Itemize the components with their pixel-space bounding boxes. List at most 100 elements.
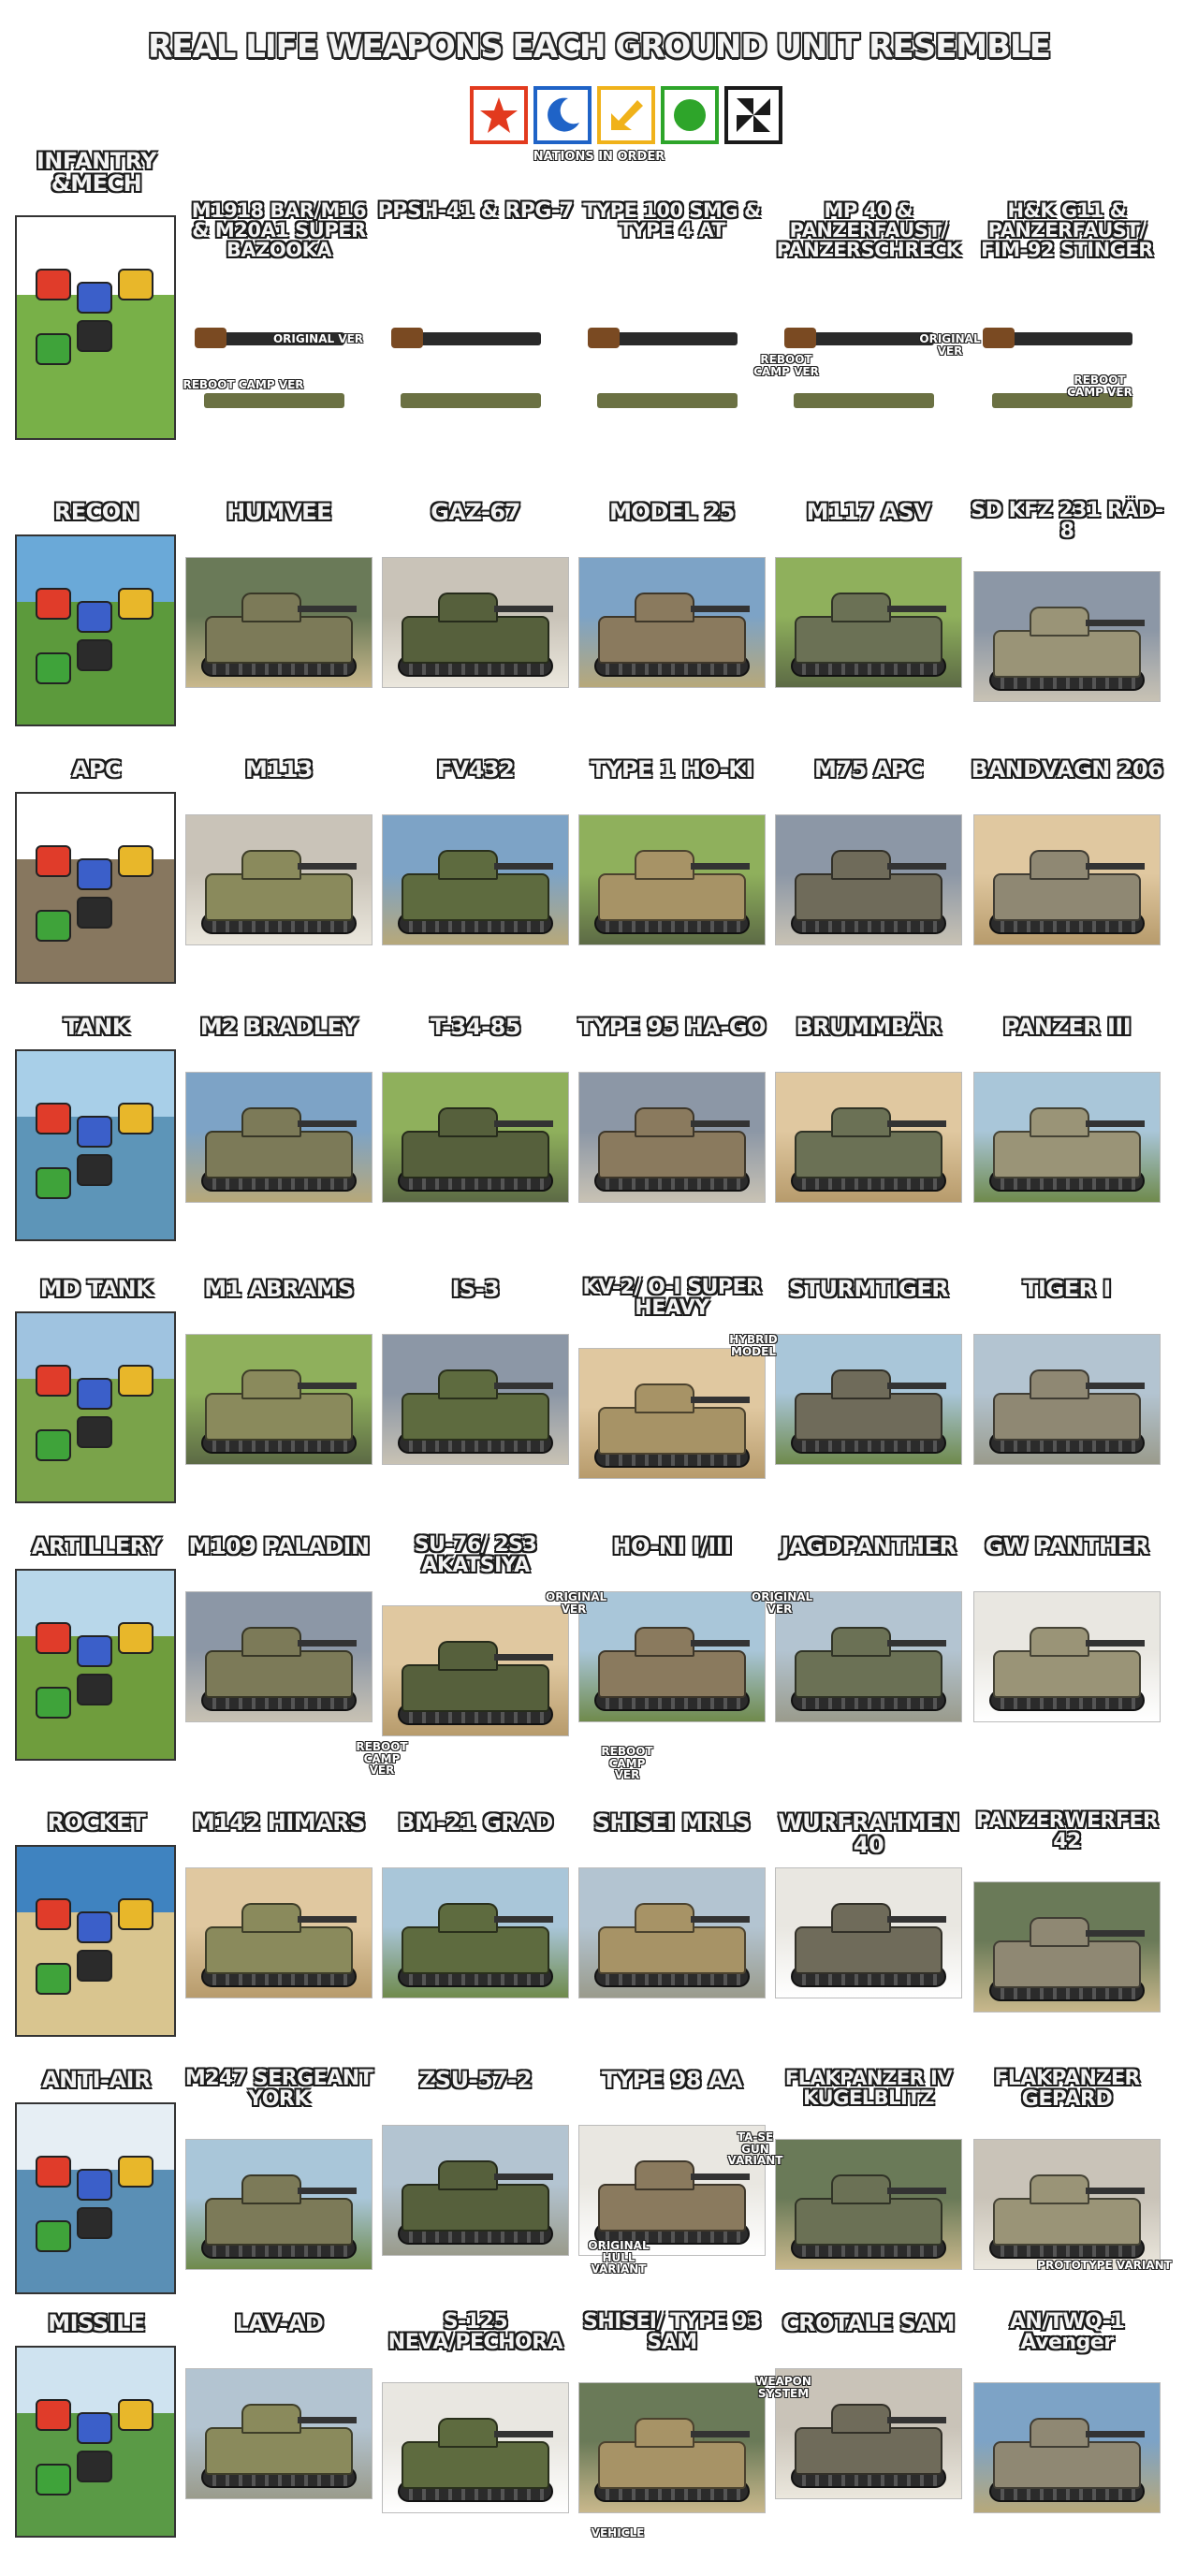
- weapon-label: SD KFZ 231 RÄD-8: [971, 499, 1163, 543]
- unit-sprite-figure: [77, 282, 112, 314]
- caption-reboot-camp-ver-short: REBOOT CAMP VER: [1067, 373, 1132, 399]
- vehicle-photo: [973, 571, 1161, 702]
- weapon-label: WURFRAHMEN 40: [778, 1809, 959, 1858]
- weapon-label: M247 SERGEANT YORK: [184, 2067, 373, 2111]
- unit-sprite-figure: [118, 269, 153, 300]
- unit-sprite-figure: [36, 1365, 71, 1397]
- vehicle-photo: [185, 557, 373, 688]
- vehicle-photo: [185, 290, 373, 431]
- unit-label: RECON: [53, 499, 139, 525]
- unit-sprite-figure: [77, 1635, 112, 1667]
- vehicle-photo: [185, 1867, 373, 1998]
- weapon-label: LAV-AD: [234, 2310, 324, 2336]
- unit-sprite-figure: [77, 1378, 112, 1410]
- unit-label: APC: [71, 756, 122, 783]
- weapon-label: TYPE 100 SMG & TYPE 4 AT: [583, 199, 761, 242]
- unit-sprite-figure: [77, 1950, 112, 1982]
- caption-original-ver: ORIGINAL VER: [919, 332, 981, 358]
- unit-sprite-figure: [36, 652, 71, 684]
- rifle-shape: [410, 332, 541, 345]
- unit-sprite-figure: [77, 2169, 112, 2201]
- unit-sprite-figure: [77, 1116, 112, 1148]
- unit-sprite-figure: [36, 1963, 71, 1995]
- weapon-label: FV432: [436, 756, 515, 783]
- weapon-label: H&K G11 & PANZERFAUST/ FIM-92 STINGER: [981, 199, 1153, 261]
- unit-sprite: [15, 2102, 176, 2294]
- weapon-label: BRUMMBÄR: [796, 1014, 942, 1040]
- vehicle-photo: [578, 1867, 766, 1998]
- unit-label: MISSILE: [48, 2310, 145, 2336]
- vehicle-photo: [185, 1334, 373, 1465]
- rifle-shape: [1001, 332, 1132, 345]
- weapon-label: KV-2/ O-I SUPER HEAVY: [582, 1276, 763, 1320]
- launcher-shape: [401, 393, 541, 408]
- weapon-label: AN/TWQ-1 Avenger: [1009, 2310, 1125, 2354]
- weapon-label: PANZERWERFER 42: [975, 1809, 1159, 1853]
- unit-sprite-figure: [36, 1622, 71, 1654]
- weapon-label: MP 40 & PANZERFAUST/ PANZERSCHRECK: [776, 199, 961, 261]
- vehicle-photo: [185, 1072, 373, 1203]
- unit-sprite-figure: [118, 1622, 153, 1654]
- weapon-label: M113: [245, 756, 313, 783]
- vehicle-photo: [973, 2382, 1161, 2513]
- unit-sprite-figure: [36, 269, 71, 300]
- vehicle-photo: [578, 290, 766, 431]
- unit-sprite-figure: [77, 897, 112, 929]
- vehicle-photo: [973, 1591, 1161, 1722]
- unit-sprite-figure: [36, 2399, 71, 2431]
- unit-row-rocket: ROCKET M142 HIMARS BM-21 GRAD SHISEI MRLS WU…: [0, 1811, 1198, 2045]
- vehicle-photo: [382, 1334, 569, 1465]
- vehicle-photo: [185, 1591, 373, 1722]
- arrow-icon: [611, 100, 643, 130]
- unit-sprite-figure: [36, 845, 71, 877]
- caption-hybrid-model: HYBRID MODEL: [729, 1333, 778, 1358]
- unit-sprite-figure: [77, 639, 112, 671]
- vehicle-photo: [973, 1881, 1161, 2012]
- nation-moon: [533, 86, 592, 144]
- caption-original-hull-variant: ORIGINAL HULL VARIANT: [588, 2239, 650, 2276]
- caption-original-ver: ORIGINAL VER: [752, 1590, 813, 1616]
- unit-sprite: [15, 1569, 176, 1761]
- unit-row-infantry-mech: INFANTRY &MECH M1918 BAR/M16 & M20A1 SUPE…: [0, 150, 1198, 477]
- vehicle-photo: [973, 814, 1161, 945]
- vehicle-photo: [578, 557, 766, 688]
- unit-row-md-tank: MD TANK M1 ABRAMS IS-3 KV-2/ O-I SUPER HEAV…: [0, 1278, 1198, 1512]
- unit-sprite: [15, 1049, 176, 1241]
- weapon-label: S-125 NEVA/PECHORA: [387, 2310, 563, 2354]
- caption-reboot-camp-ver-short: REBOOT CAMP VER: [753, 353, 819, 378]
- unit-sprite-figure: [77, 1674, 112, 1705]
- vehicle-photo: [382, 1867, 569, 1998]
- unit-sprite-figure: [36, 1429, 71, 1461]
- weapon-label: STURMTIGER: [788, 1276, 949, 1302]
- caption-original-ver: ORIGINAL VER: [546, 1590, 607, 1616]
- unit-sprite-figure: [77, 1154, 112, 1186]
- unit-row-apc: APC M113 FV432 TYPE 1 HO-KI M75 APC BANDVAGN …: [0, 758, 1198, 992]
- unit-sprite-figure: [36, 910, 71, 942]
- vehicle-photo: [775, 814, 962, 945]
- weapon-label: M1 ABRAMS: [204, 1276, 354, 1302]
- unit-sprite-figure: [118, 1898, 153, 1930]
- unit-label: ARTILLERY: [31, 1533, 162, 1559]
- unit-sprite-figure: [118, 2156, 153, 2188]
- weapon-label: GAZ-67: [431, 499, 520, 525]
- rifle-shape: [606, 332, 738, 345]
- unit-sprite-figure: [36, 2220, 71, 2252]
- vehicle-photo: [382, 1072, 569, 1203]
- weapon-label: BANDVAGN 206: [971, 756, 1163, 783]
- unit-sprite-figure: [77, 2451, 112, 2482]
- unit-label: MD TANK: [39, 1276, 153, 1302]
- unit-sprite-figure: [77, 1911, 112, 1943]
- unit-sprite-figure: [36, 588, 71, 620]
- nations-legend: [470, 86, 782, 144]
- weapon-label: ZSU-57-2: [418, 2067, 533, 2093]
- weapon-label: TYPE 98 AA: [602, 2067, 743, 2093]
- unit-sprite-figure: [36, 2156, 71, 2188]
- unit-sprite: [15, 792, 176, 984]
- vehicle-photo: [775, 2139, 962, 2270]
- vehicle-photo: [382, 290, 569, 431]
- vehicle-photo: [973, 290, 1161, 431]
- unit-sprite: [15, 1311, 176, 1503]
- star-icon: [480, 97, 518, 133]
- weapon-label: T-34-85: [430, 1014, 521, 1040]
- vehicle-photo: [578, 814, 766, 945]
